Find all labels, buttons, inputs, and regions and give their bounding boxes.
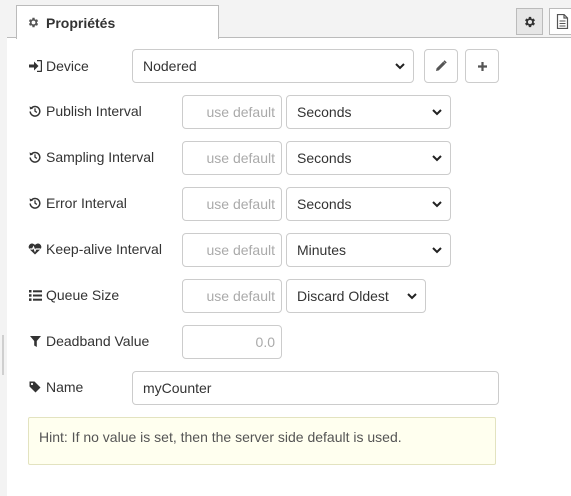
- deadband-row-label: Deadband Value: [28, 331, 149, 351]
- add-device-button[interactable]: [465, 49, 499, 83]
- publish-interval-unit-value: Seconds: [297, 104, 352, 120]
- keepalive-interval-unit-select[interactable]: Minutes: [286, 233, 451, 267]
- sampling-interval-input[interactable]: [182, 141, 282, 175]
- history-icon: [28, 105, 42, 117]
- deadband-label: Deadband Value: [46, 333, 150, 349]
- error-interval-input[interactable]: [182, 187, 282, 221]
- queue-size-input[interactable]: [182, 279, 282, 313]
- edit-device-button[interactable]: [424, 49, 458, 83]
- gear-icon: [27, 16, 40, 29]
- name-input[interactable]: [132, 371, 499, 405]
- deadband-input[interactable]: [182, 325, 282, 359]
- gear-icon: [523, 15, 537, 29]
- sampling-interval-row-label: Sampling Interval: [28, 147, 154, 167]
- keepalive-interval-unit-value: Minutes: [297, 242, 347, 258]
- tab-bar: Propriétés: [7, 0, 571, 39]
- error-interval-unit-select[interactable]: Seconds: [286, 187, 451, 221]
- filter-icon: [28, 335, 42, 347]
- sampling-interval-label: Sampling Interval: [46, 149, 155, 165]
- error-interval-unit-value: Seconds: [297, 196, 352, 212]
- error-interval-label: Error Interval: [46, 195, 127, 211]
- publish-interval-row-label: Publish Interval: [28, 101, 142, 121]
- chevron-down-icon: [432, 200, 442, 208]
- tab-properties[interactable]: Propriétés: [16, 5, 219, 39]
- hint-box: Hint: If no value is set, then the serve…: [28, 417, 496, 465]
- device-label: Device: [46, 58, 89, 74]
- error-interval-row-label: Error Interval: [28, 193, 127, 213]
- heartbeat-icon: [28, 243, 42, 255]
- publish-interval-label: Publish Interval: [46, 103, 142, 119]
- name-label: Name: [46, 379, 84, 395]
- tag-icon: [28, 381, 42, 393]
- chevron-down-icon: [432, 246, 442, 254]
- chevron-down-icon: [432, 108, 442, 116]
- tab-title: Propriétés: [46, 14, 116, 31]
- device-select[interactable]: Nodered: [132, 49, 414, 83]
- sampling-interval-unit-value: Seconds: [297, 150, 352, 166]
- history-icon: [28, 151, 42, 163]
- publish-interval-input[interactable]: [182, 95, 282, 129]
- chevron-down-icon: [407, 292, 417, 300]
- sign-in-icon: [28, 60, 42, 72]
- settings-tab-button[interactable]: [516, 8, 543, 35]
- list-icon: [28, 289, 42, 301]
- device-selected-value: Nodered: [143, 58, 197, 74]
- document-icon: [556, 14, 569, 29]
- queue-discard-policy-select[interactable]: Discard Oldest: [286, 279, 426, 313]
- description-tab-button[interactable]: [549, 8, 571, 35]
- hint-text: Hint: If no value is set, then the serve…: [39, 429, 402, 445]
- queue-size-row-label: Queue Size: [28, 285, 119, 305]
- chevron-down-icon: [395, 62, 405, 70]
- history-icon: [28, 197, 42, 209]
- plus-icon: [477, 61, 488, 72]
- sampling-interval-unit-select[interactable]: Seconds: [286, 141, 451, 175]
- pencil-icon: [435, 60, 447, 72]
- keepalive-interval-row-label: Keep-alive Interval: [28, 239, 162, 259]
- left-resize-edge[interactable]: [0, 0, 7, 496]
- queue-size-label: Queue Size: [46, 287, 120, 303]
- keepalive-interval-label: Keep-alive Interval: [46, 241, 162, 257]
- publish-interval-unit-select[interactable]: Seconds: [286, 95, 451, 129]
- queue-discard-policy-value: Discard Oldest: [297, 288, 389, 304]
- keepalive-interval-input[interactable]: [182, 233, 282, 267]
- resize-grip[interactable]: [2, 335, 4, 375]
- chevron-down-icon: [432, 154, 442, 162]
- name-row-label: Name: [28, 377, 83, 397]
- device-row-label: Device: [28, 56, 89, 76]
